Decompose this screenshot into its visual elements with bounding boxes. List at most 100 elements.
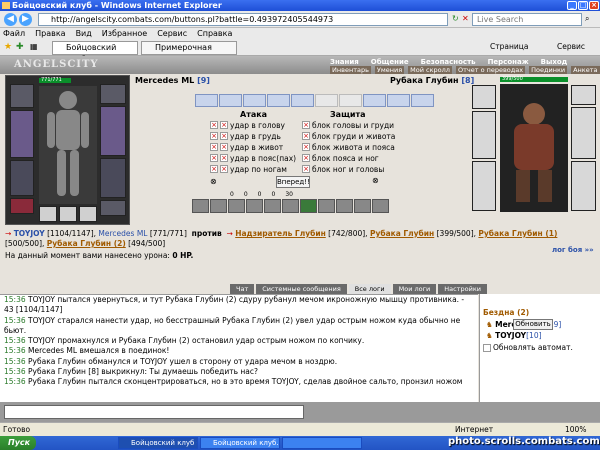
forward-attack-button[interactable]: Вперед!! — [276, 176, 310, 188]
taskbar-item[interactable]: Бойцовский клуб - ... — [118, 437, 198, 449]
ring-slot-2[interactable] — [59, 206, 77, 222]
battle-log-link[interactable]: лог боя »» — [552, 246, 594, 254]
action-slot-4[interactable] — [267, 94, 290, 107]
defense-option[interactable]: × блок головы и груди — [302, 120, 394, 130]
attack-checkbox-2[interactable]: × — [220, 121, 228, 129]
minimize-button[interactable]: _ — [567, 1, 577, 10]
stop-icon[interactable]: ✕ — [462, 14, 469, 23]
left-player-name[interactable]: Mercedes ML [9] — [135, 76, 210, 85]
team2-player[interactable]: Надзиратель Глубин [742/800] — [235, 229, 365, 238]
tab-darkclan[interactable]: Примерочная DarkClan — [141, 41, 237, 64]
zoom-level[interactable]: 100% — [565, 423, 586, 436]
team2-player[interactable]: Рубака Глубин [399/500] — [370, 229, 474, 238]
belt-slot[interactable] — [10, 198, 34, 214]
forward-button[interactable]: ▶ — [19, 13, 32, 26]
skill-icon-2[interactable] — [210, 199, 227, 213]
offhand-slot[interactable] — [100, 106, 126, 156]
tab-system-messages[interactable]: Системные сообщения — [256, 284, 347, 294]
team2-player[interactable]: Рубака Глубин (2) [494/500] — [47, 239, 165, 248]
defense-option[interactable]: × блок живота и пояса — [302, 142, 395, 152]
taskbar-item[interactable] — [282, 437, 362, 449]
attack-checkbox[interactable]: × — [210, 132, 218, 140]
nav-exit[interactable]: Выход — [541, 58, 568, 66]
start-button[interactable]: Пуск — [0, 436, 36, 450]
auto-refresh-option[interactable]: Обновлять автомат. — [483, 343, 573, 352]
subnav-fights[interactable]: Поединки — [529, 66, 568, 74]
attack-checkbox-2[interactable]: × — [220, 165, 228, 173]
attack-option[interactable]: × × удар в грудь — [210, 131, 281, 141]
online-user[interactable]: ♞ TOYJOY[10] — [486, 331, 542, 340]
page-menu[interactable]: Страница — [490, 42, 528, 51]
search-input[interactable]: Live Search — [472, 13, 582, 26]
nav-communication[interactable]: Общение — [371, 58, 409, 66]
subnav-transfers[interactable]: Отчет о переводах — [455, 66, 526, 74]
armor-slot[interactable] — [10, 160, 34, 196]
subnav-inventory[interactable]: Инвентарь — [330, 66, 371, 74]
action-slot-8[interactable] — [363, 94, 386, 107]
defense-checkbox[interactable]: × — [302, 165, 310, 173]
auto-refresh-checkbox[interactable] — [483, 343, 491, 352]
attack-option[interactable]: × × удар в пояс(пах) — [210, 153, 296, 163]
close-button[interactable]: × — [589, 1, 599, 10]
subnav-scroll[interactable]: Мой скролл — [408, 66, 452, 74]
skill-icon-4[interactable] — [246, 199, 263, 213]
action-slot-3[interactable] — [243, 94, 266, 107]
taskbar-item[interactable]: Бойцовский клуб. Фору... — [200, 437, 280, 449]
action-slot-10[interactable] — [411, 94, 434, 107]
menu-file[interactable]: Файл — [3, 28, 25, 39]
menu-help[interactable]: Справка — [197, 28, 232, 39]
nav-character[interactable]: Персонаж — [488, 58, 529, 66]
attack-checkbox[interactable]: × — [210, 154, 218, 162]
attack-option[interactable]: × × удар в голову — [210, 120, 285, 130]
skill-icon-1[interactable] — [192, 199, 209, 213]
refresh-icon[interactable]: ↻ — [452, 14, 459, 23]
earring-slot[interactable] — [100, 84, 126, 104]
attack-checkbox-2[interactable]: × — [220, 154, 228, 162]
subnav-profile[interactable]: Анкета — [571, 66, 600, 74]
defense-option[interactable]: × блок пояса и ног — [302, 153, 379, 163]
tab-chat[interactable]: Чат — [230, 284, 255, 294]
refresh-button[interactable]: Обновить — [513, 319, 553, 330]
attack-checkbox-2[interactable]: × — [220, 143, 228, 151]
tab-all-logs[interactable]: Все логи — [348, 284, 391, 294]
action-slot-5[interactable] — [291, 94, 314, 107]
back-button[interactable]: ◀ — [4, 13, 17, 26]
action-slot-1[interactable] — [195, 94, 218, 107]
defense-option[interactable]: × блок груди и живота — [302, 131, 395, 141]
skill-icon-9[interactable] — [336, 199, 353, 213]
attack-checkbox[interactable]: × — [210, 165, 218, 173]
tab-list-icon[interactable]: ▦ — [30, 42, 38, 51]
chat-input[interactable] — [4, 405, 304, 419]
skill-icon-5[interactable] — [264, 199, 281, 213]
skill-icon-11[interactable] — [372, 199, 389, 213]
subnav-skills[interactable]: Умения — [374, 66, 405, 74]
attack-option[interactable]: × × удар по ногам — [210, 164, 287, 174]
favorites-star-icon[interactable]: ★ — [4, 42, 12, 52]
defense-checkbox[interactable]: × — [302, 121, 310, 129]
helmet-slot[interactable] — [10, 84, 34, 108]
ring-slot-1[interactable] — [39, 206, 57, 222]
service-menu[interactable]: Сервис — [557, 42, 585, 51]
tab-fight-club[interactable]: Бойцовский клуб — [52, 41, 138, 64]
attack-checkbox[interactable]: × — [210, 121, 218, 129]
attack-checkbox[interactable]: × — [210, 143, 218, 151]
menu-edit[interactable]: Правка — [35, 28, 65, 39]
menu-favorites[interactable]: Избранное — [102, 28, 147, 39]
nav-security[interactable]: Безопасность — [421, 58, 476, 66]
menu-tools[interactable]: Сервис — [157, 28, 187, 39]
defense-option[interactable]: × блок ног и головы — [302, 164, 384, 174]
action-slot-9[interactable] — [387, 94, 410, 107]
add-favorite-icon[interactable]: ✚ — [16, 42, 24, 52]
defense-checkbox[interactable]: × — [302, 143, 310, 151]
left-arrow-icon[interactable]: ⊗ — [210, 177, 217, 186]
defense-checkbox[interactable]: × — [302, 154, 310, 162]
tab-my-logs[interactable]: Мои логи — [392, 284, 437, 294]
skill-icon-10[interactable] — [354, 199, 371, 213]
menu-view[interactable]: Вид — [76, 28, 92, 39]
chat-log[interactable]: 15:36 TOYJOY пытался увернуться, и тут Р… — [0, 294, 478, 402]
defense-checkbox[interactable]: × — [302, 132, 310, 140]
action-slot-6[interactable] — [315, 94, 338, 107]
team1-player[interactable]: TOYJOY [1104/1147] — [14, 229, 94, 238]
attack-checkbox-2[interactable]: × — [220, 132, 228, 140]
weapon-slot[interactable] — [10, 110, 34, 158]
